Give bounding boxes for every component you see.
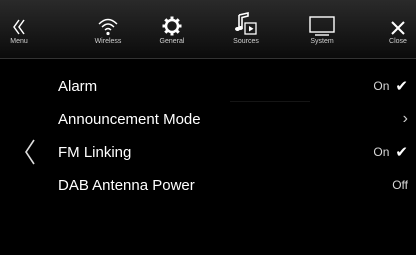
monitor-icon bbox=[309, 0, 335, 36]
menu-button[interactable]: Menu bbox=[2, 0, 36, 58]
general-button[interactable]: General bbox=[148, 0, 196, 58]
close-icon bbox=[390, 0, 406, 36]
list-item-dab-antenna-power[interactable]: DAB Antenna Power Off bbox=[58, 168, 416, 202]
wireless-label: Wireless bbox=[94, 38, 122, 45]
list-item-announcement-mode[interactable]: Announcement Mode › bbox=[58, 102, 416, 136]
close-label: Close bbox=[389, 38, 407, 45]
system-button[interactable]: System bbox=[300, 0, 344, 58]
chevron-left-icon bbox=[25, 139, 35, 165]
list-item-label: DAB Antenna Power bbox=[58, 176, 195, 194]
checkmark-icon: ✔ bbox=[395, 78, 408, 95]
music-sources-icon bbox=[234, 0, 258, 36]
top-navigation-bar: Menu Wireless General Sources System Clo… bbox=[0, 0, 416, 59]
list-item-value: On bbox=[373, 145, 390, 159]
list-item-label: Announcement Mode bbox=[58, 110, 201, 128]
list-item-value: Off bbox=[392, 178, 408, 192]
list-item-label: FM Linking bbox=[58, 143, 132, 161]
sources-button[interactable]: Sources bbox=[223, 0, 269, 58]
checkmark-icon: ✔ bbox=[395, 144, 408, 161]
list-item-value: On bbox=[373, 79, 390, 93]
sources-label: Sources bbox=[233, 38, 259, 45]
gear-icon bbox=[162, 0, 182, 36]
close-button[interactable]: Close bbox=[383, 0, 413, 58]
chevron-right-icon: › bbox=[402, 110, 408, 127]
menu-label: Menu bbox=[10, 38, 28, 45]
general-label: General bbox=[159, 38, 185, 45]
double-chevron-left-icon bbox=[12, 0, 26, 36]
list-item-alarm[interactable]: Alarm On ✔ bbox=[58, 69, 416, 103]
wireless-icon bbox=[97, 0, 119, 36]
wireless-button[interactable]: Wireless bbox=[86, 0, 130, 58]
list-item-fm-linking[interactable]: FM Linking On ✔ bbox=[58, 135, 416, 169]
list-item-label: Alarm bbox=[58, 77, 98, 95]
system-label: System bbox=[310, 38, 334, 45]
back-button[interactable] bbox=[22, 137, 40, 167]
